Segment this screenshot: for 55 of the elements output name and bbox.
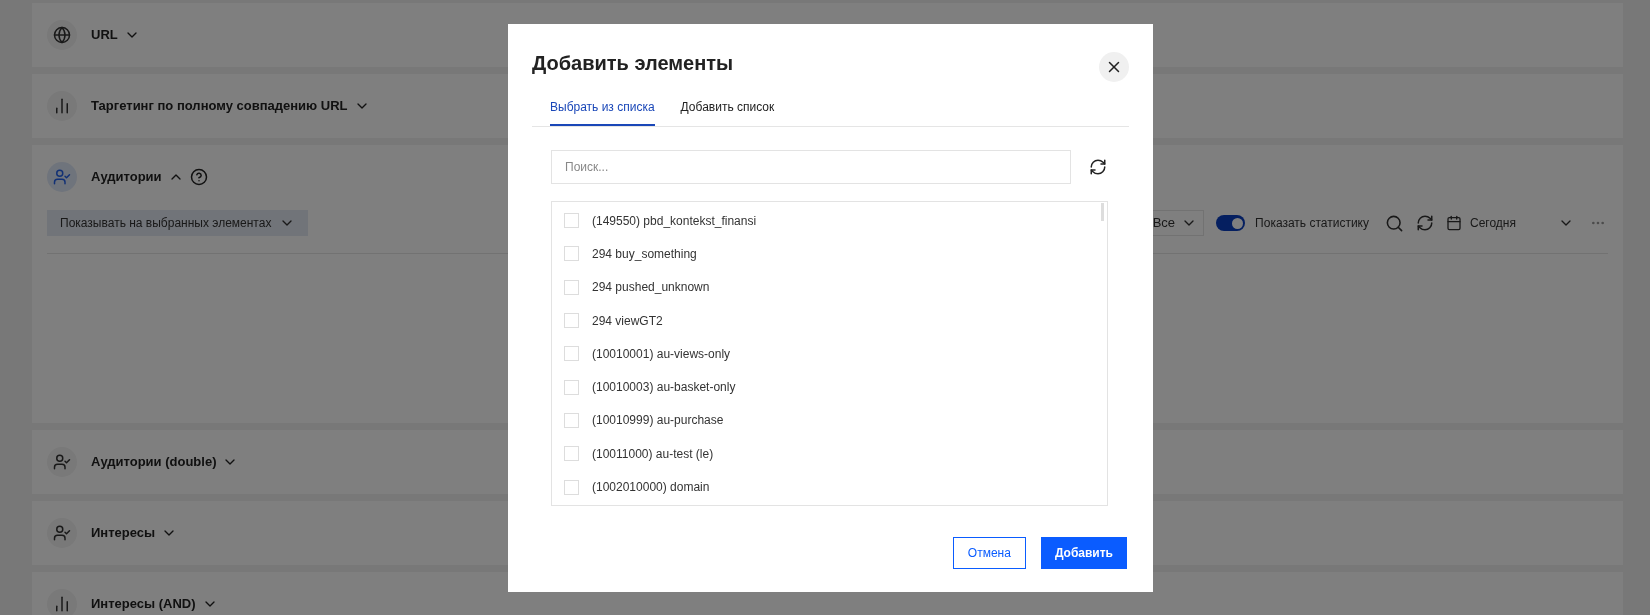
item-label: 294 viewGT2 xyxy=(592,312,663,330)
checkbox[interactable] xyxy=(564,279,579,295)
list-item[interactable]: (10011000) au-test (le) xyxy=(552,437,1107,471)
checkbox[interactable] xyxy=(564,379,579,395)
bar-chart-icon xyxy=(47,589,77,615)
scrollbar-thumb[interactable] xyxy=(1101,203,1104,221)
list-item[interactable]: 294 viewGT2 xyxy=(552,303,1107,338)
checkbox[interactable] xyxy=(564,346,579,362)
users-icon xyxy=(47,162,77,192)
calendar-icon xyxy=(1446,215,1462,231)
section-toggle[interactable]: Интересы (AND) xyxy=(91,594,218,614)
section-toggle[interactable]: Интересы xyxy=(91,523,178,543)
section-toggle[interactable]: Таргетинг по полному совпадению URL xyxy=(91,96,370,116)
tab[interactable]: Добавить список xyxy=(680,98,775,126)
section-toggle[interactable]: Аудитории xyxy=(91,167,184,187)
item-label: (10011000) au-test (le) xyxy=(592,445,714,463)
globe-icon xyxy=(47,20,77,50)
date-picker[interactable]: Сегодня xyxy=(1446,214,1546,232)
search-icon[interactable] xyxy=(1385,213,1404,233)
tab[interactable]: Выбрать из списка xyxy=(550,98,655,126)
list-item[interactable]: (10010999) au-purchase xyxy=(552,403,1107,438)
checkbox[interactable] xyxy=(564,412,579,428)
filter-dropdown[interactable]: Показывать на выбранных элементах xyxy=(47,210,309,236)
section-toggle[interactable]: URL xyxy=(91,25,140,45)
close-button[interactable] xyxy=(1099,52,1129,82)
stats-toggle[interactable] xyxy=(1216,215,1246,231)
add-button[interactable]: Добавить xyxy=(1040,537,1127,569)
item-label: (1002010000) domain xyxy=(592,479,710,496)
users-icon xyxy=(47,518,77,548)
dialog-title: Добавить элементы xyxy=(532,51,734,76)
list-item[interactable]: (10010001) au-views-only xyxy=(552,337,1107,371)
item-label: (10010999) au-purchase xyxy=(592,412,724,430)
item-label: 294 buy_something xyxy=(592,245,697,263)
refresh-icon[interactable] xyxy=(1089,158,1107,176)
toggle-label: Показать статистику xyxy=(1255,215,1369,232)
item-label: (10010003) au-basket-only xyxy=(592,379,736,397)
cancel-button[interactable]: Отмена xyxy=(952,537,1026,569)
users-icon xyxy=(47,447,77,477)
item-label: (149550) pbd_kontekst_finansi xyxy=(592,212,757,230)
checkbox[interactable] xyxy=(564,446,579,462)
list-item[interactable]: 294 pushed_unknown xyxy=(552,270,1107,304)
bar-chart-icon xyxy=(47,91,77,121)
item-label: (10010001) au-views-only xyxy=(592,345,731,363)
list-item[interactable]: 294 buy_something xyxy=(552,237,1107,271)
checkbox[interactable] xyxy=(564,479,579,495)
section-toggle[interactable]: Аудитории (double) xyxy=(91,452,239,472)
checkbox[interactable] xyxy=(564,246,579,262)
help-icon[interactable] xyxy=(189,168,208,186)
checkbox[interactable] xyxy=(564,213,579,229)
list-item[interactable]: (149550) pbd_kontekst_finansi xyxy=(552,204,1107,238)
checkbox[interactable] xyxy=(564,313,579,329)
list-item[interactable]: (10010003) au-basket-only xyxy=(552,370,1107,404)
item-label: 294 pushed_unknown xyxy=(592,279,710,297)
search-field[interactable]: Поиск... xyxy=(551,150,1071,184)
list-item[interactable]: (1002010000) domain xyxy=(552,470,1107,504)
